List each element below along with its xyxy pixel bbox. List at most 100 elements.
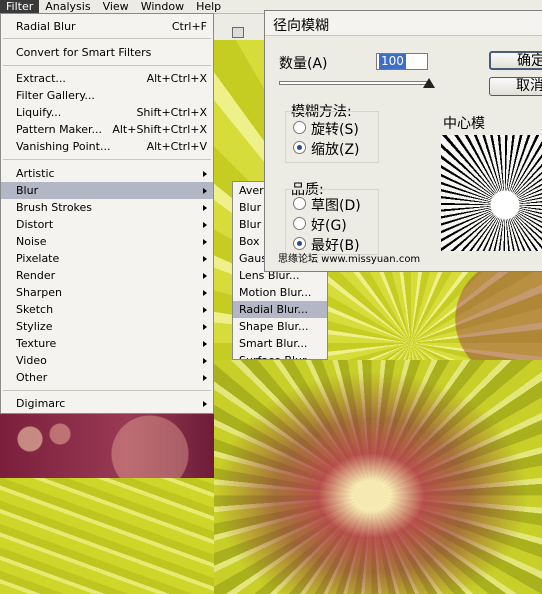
toolbar-icon[interactable] (232, 27, 244, 38)
menu-item-label: Artistic (16, 167, 55, 180)
submenu-item-radial-blur[interactable]: Radial Blur... (233, 301, 327, 318)
draft-label: 草图(D) (311, 198, 361, 214)
submenu-item-label: Motion Blur... (239, 286, 312, 299)
menu-item-label: Sketch (16, 303, 54, 316)
menu-separator (3, 38, 211, 39)
submenu-arrow-icon (203, 401, 207, 407)
amount-input[interactable]: 100 (376, 53, 428, 70)
spin-radio[interactable] (293, 121, 306, 134)
watermark-text: 思缘论坛 www.missyuan.com (278, 254, 421, 265)
good-label: 好(G) (311, 218, 347, 234)
menu-item-distort[interactable]: Distort (1, 216, 213, 233)
submenu-arrow-icon (203, 239, 207, 245)
menu-item-label: Sharpen (16, 286, 62, 299)
menu-item-blur[interactable]: Blur (1, 182, 213, 199)
amount-label: 数量(A) (279, 56, 328, 72)
submenu-arrow-icon (203, 341, 207, 347)
submenu-item-label: Smart Blur... (239, 337, 308, 350)
menu-item-pixelate[interactable]: Pixelate (1, 250, 213, 267)
submenu-item-label: Surface Blur... (239, 352, 316, 359)
menu-help[interactable]: Help (190, 0, 227, 13)
menu-item-stylize[interactable]: Stylize (1, 318, 213, 335)
menu-item-label: Pixelate (16, 252, 60, 265)
menu-item-noise[interactable]: Noise (1, 233, 213, 250)
menu-item-label: Vanishing Point... (16, 140, 111, 153)
menu-separator (3, 390, 211, 391)
submenu-arrow-icon (203, 256, 207, 262)
menu-item-vanishing-point[interactable]: Vanishing Point... Alt+Ctrl+V (1, 138, 213, 155)
menu-item-sharpen[interactable]: Sharpen (1, 284, 213, 301)
menu-item-label: Convert for Smart Filters (16, 46, 152, 59)
canvas-left-purple-image (0, 414, 214, 478)
submenu-item-motion-blur[interactable]: Motion Blur... (233, 284, 327, 301)
zoom-label: 缩放(Z) (311, 142, 360, 158)
menu-separator (3, 159, 211, 160)
submenu-item-label: Aver (239, 184, 264, 197)
menu-item-label: Blur (16, 184, 39, 197)
spin-label: 旋转(S) (311, 122, 359, 138)
canvas-left-green-image (0, 478, 214, 594)
submenu-item-smart-blur[interactable]: Smart Blur... (233, 335, 327, 352)
menu-item-render[interactable]: Render (1, 267, 213, 284)
menu-item-label: Noise (16, 235, 47, 248)
menu-item-shortcut: Shift+Ctrl+X (136, 106, 207, 119)
menu-separator (3, 65, 211, 66)
menu-item-label: Filter Gallery... (16, 89, 95, 102)
menu-item-filter-gallery[interactable]: Filter Gallery... (1, 87, 213, 104)
ok-button[interactable]: 确定 (489, 51, 542, 70)
submenu-item-surface-blur[interactable]: Surface Blur... (233, 352, 327, 359)
good-radio[interactable] (293, 217, 306, 230)
menu-item-label: Stylize (16, 320, 53, 333)
radial-blur-dialog: 径向模糊 数量(A) 100 确定 取消 模糊方法: 旋转(S) 缩放(Z) 品… (264, 10, 542, 272)
menu-item-label: Texture (16, 337, 57, 350)
submenu-arrow-icon (203, 375, 207, 381)
amount-slider-track[interactable] (279, 81, 431, 85)
amount-value: 100 (379, 54, 406, 69)
menu-view[interactable]: View (97, 0, 135, 13)
menu-item-digimarc[interactable]: Digimarc (1, 395, 213, 412)
menu-item-shortcut: Alt+Ctrl+X (146, 72, 207, 85)
menu-item-artistic[interactable]: Artistic (1, 165, 213, 182)
menu-item-shortcut: Alt+Ctrl+V (146, 140, 207, 153)
draft-radio[interactable] (293, 197, 306, 210)
submenu-arrow-icon (203, 290, 207, 296)
submenu-item-label: Gaus (239, 252, 267, 265)
menu-item-other[interactable]: Other (1, 369, 213, 386)
menu-item-label: Digimarc (16, 397, 66, 410)
submenu-item-shape-blur[interactable]: Shape Blur... (233, 318, 327, 335)
zoom-radio[interactable] (293, 141, 306, 154)
menu-item-label: Pattern Maker... (16, 123, 103, 136)
submenu-arrow-icon (203, 273, 207, 279)
menu-item-label: Render (16, 269, 56, 282)
menu-item-label: Radial Blur (16, 20, 76, 33)
menu-item-label: Liquify... (16, 106, 62, 119)
menu-item-convert-smart-filters[interactable]: Convert for Smart Filters (1, 44, 213, 61)
menu-item-sketch[interactable]: Sketch (1, 301, 213, 318)
menu-filter[interactable]: Filter (0, 0, 40, 13)
menu-item-liquify[interactable]: Liquify... Shift+Ctrl+X (1, 104, 213, 121)
menu-item-pattern-maker[interactable]: Pattern Maker... Alt+Shift+Ctrl+X (1, 121, 213, 138)
cancel-button[interactable]: 取消 (489, 77, 542, 96)
menu-item-video[interactable]: Video (1, 352, 213, 369)
submenu-arrow-icon (203, 205, 207, 211)
cancel-button-label: 取消 (516, 78, 542, 94)
menu-item-brush-strokes[interactable]: Brush Strokes (1, 199, 213, 216)
menu-item-extract[interactable]: Extract... Alt+Ctrl+X (1, 70, 213, 87)
menu-item-label: Extract... (16, 72, 66, 85)
menu-analysis[interactable]: Analysis (39, 0, 96, 13)
menu-item-shortcut: Ctrl+F (171, 20, 207, 33)
best-radio[interactable] (293, 237, 306, 250)
dialog-title-bar[interactable]: 径向模糊 (265, 11, 542, 36)
menu-window[interactable]: Window (135, 0, 190, 13)
canvas-radial-blur-result (214, 360, 542, 594)
menu-item-shortcut: Alt+Shift+Ctrl+X (112, 123, 207, 136)
submenu-item-label: Radial Blur... (239, 303, 309, 316)
blur-center-preview[interactable] (441, 135, 542, 251)
amount-slider-thumb[interactable] (423, 78, 435, 88)
menu-item-texture[interactable]: Texture (1, 335, 213, 352)
menu-item-last-filter[interactable]: Radial Blur Ctrl+F (1, 18, 213, 35)
filter-menu: Radial Blur Ctrl+F Convert for Smart Fil… (0, 13, 214, 414)
submenu-arrow-icon (203, 307, 207, 313)
ok-button-label: 确定 (517, 53, 542, 69)
dialog-title: 径向模糊 (273, 18, 329, 34)
